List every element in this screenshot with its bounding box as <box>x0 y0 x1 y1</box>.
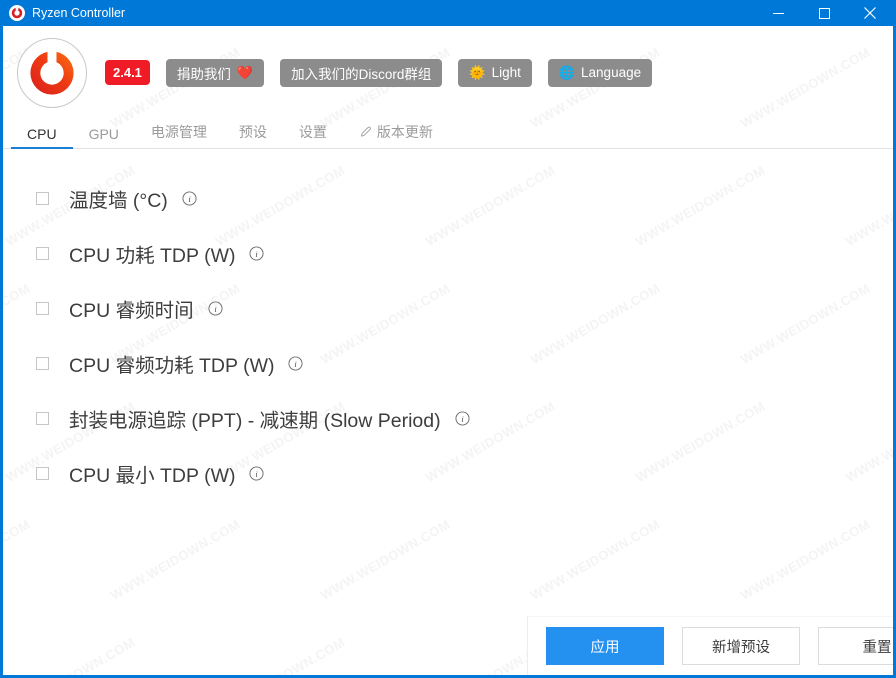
list-item[interactable]: CPU 睿频时间 i <box>3 281 893 336</box>
svg-text:i: i <box>214 304 217 314</box>
list-item[interactable]: 封装电源追踪 (PPT) - 减速期 (Slow Period) i <box>3 391 893 446</box>
label-ppt-slow-period: 封装电源追踪 (PPT) - 减速期 (Slow Period) <box>69 410 441 432</box>
checkbox-temperature-wall[interactable] <box>36 192 49 205</box>
ryzen-controller-logo <box>17 37 87 108</box>
svg-text:i: i <box>188 194 191 204</box>
language-button[interactable]: 🌐 Language <box>547 58 653 87</box>
checkbox-cpu-boost-time[interactable] <box>36 302 49 315</box>
label-cpu-min-tdp: CPU 最小 TDP (W) <box>69 465 236 487</box>
footer-action-panel: 应用 新增预设 重置 <box>527 616 893 675</box>
tab-cpu[interactable]: CPU <box>11 126 73 149</box>
discord-label: 加入我们的Discord群组 <box>291 66 432 82</box>
donate-label: 捐助我们 <box>176 66 231 82</box>
window-title: Ryzen Controller <box>32 6 126 20</box>
donate-button[interactable]: 捐助我们 ❤️ <box>165 58 265 87</box>
theme-toggle-button[interactable]: 🌞 Light <box>458 58 532 87</box>
checkbox-cpu-min-tdp[interactable] <box>36 467 49 480</box>
info-icon[interactable]: i <box>455 411 470 426</box>
label-cpu-boost-time: CPU 睿频时间 <box>69 300 194 322</box>
label-cpu-tdp: CPU 功耗 TDP (W) <box>69 245 236 267</box>
title-bar: Ryzen Controller <box>3 0 893 26</box>
tab-cpu-label: CPU <box>27 126 57 142</box>
list-item[interactable]: CPU 睿频功耗 TDP (W) i <box>3 336 893 391</box>
tab-version-update[interactable]: 版本更新 <box>343 122 449 149</box>
sun-icon: 🌞 <box>469 65 486 80</box>
checkbox-ppt-slow-period[interactable] <box>36 412 49 425</box>
cpu-settings-list: 温度墙 (°C) i CPU 功耗 TDP (W) i CPU 睿频时间 i C… <box>3 149 893 611</box>
tab-strip: CPU GPU 电源管理 预设 设置 版本更新 <box>3 119 893 149</box>
maximize-button[interactable] <box>801 0 847 26</box>
info-icon[interactable]: i <box>249 246 264 261</box>
info-icon[interactable]: i <box>249 466 264 481</box>
tab-power-management[interactable]: 电源管理 <box>135 122 223 149</box>
heart-icon: ❤️ <box>236 65 254 80</box>
tab-power-management-label: 电源管理 <box>150 124 207 140</box>
add-preset-button[interactable]: 新增预设 <box>682 627 800 665</box>
list-item[interactable]: CPU 功耗 TDP (W) i <box>3 226 893 281</box>
list-item[interactable]: 温度墙 (°C) i <box>3 171 893 226</box>
svg-text:i: i <box>461 414 464 424</box>
svg-text:i: i <box>256 469 259 479</box>
svg-text:i: i <box>256 249 259 259</box>
info-icon[interactable]: i <box>208 301 223 316</box>
reset-button[interactable]: 重置 <box>818 627 893 665</box>
globe-icon: 🌐 <box>558 65 576 80</box>
tab-gpu[interactable]: GPU <box>73 126 135 149</box>
tab-settings[interactable]: 设置 <box>283 122 343 149</box>
label-temperature-wall: 温度墙 (°C) <box>69 190 168 212</box>
apply-button[interactable]: 应用 <box>546 627 664 665</box>
footer-bar: 应用 新增预设 重置 <box>3 609 893 675</box>
checkbox-cpu-boost-tdp[interactable] <box>36 357 49 370</box>
tab-settings-label: 设置 <box>298 124 327 140</box>
pencil-icon <box>359 126 372 139</box>
svg-text:i: i <box>295 359 298 369</box>
minimize-button[interactable] <box>755 0 801 26</box>
tab-presets[interactable]: 预设 <box>223 122 283 149</box>
list-item[interactable]: CPU 最小 TDP (W) i <box>3 446 893 501</box>
tab-presets-label: 预设 <box>238 124 267 140</box>
app-window: Ryzen Controller WWW.WEIDOWN.COM WWW.WEID… <box>0 0 896 678</box>
theme-label: Light <box>491 65 521 80</box>
toolbar: 2.4.1 捐助我们 ❤️ 加入我们的Discord群组 🌞 Light 🌐 L… <box>3 26 893 119</box>
tab-gpu-label: GPU <box>88 126 119 142</box>
discord-button[interactable]: 加入我们的Discord群组 <box>280 58 443 87</box>
close-button[interactable] <box>847 0 893 26</box>
label-cpu-boost-tdp: CPU 睿频功耗 TDP (W) <box>69 355 275 377</box>
checkbox-cpu-tdp[interactable] <box>36 247 49 260</box>
version-badge: 2.4.1 <box>105 60 150 85</box>
info-icon[interactable]: i <box>288 356 303 371</box>
app-logo-icon <box>9 5 25 21</box>
info-icon[interactable]: i <box>182 191 197 206</box>
language-label: Language <box>581 65 642 80</box>
tab-version-update-label: 版本更新 <box>376 124 433 140</box>
